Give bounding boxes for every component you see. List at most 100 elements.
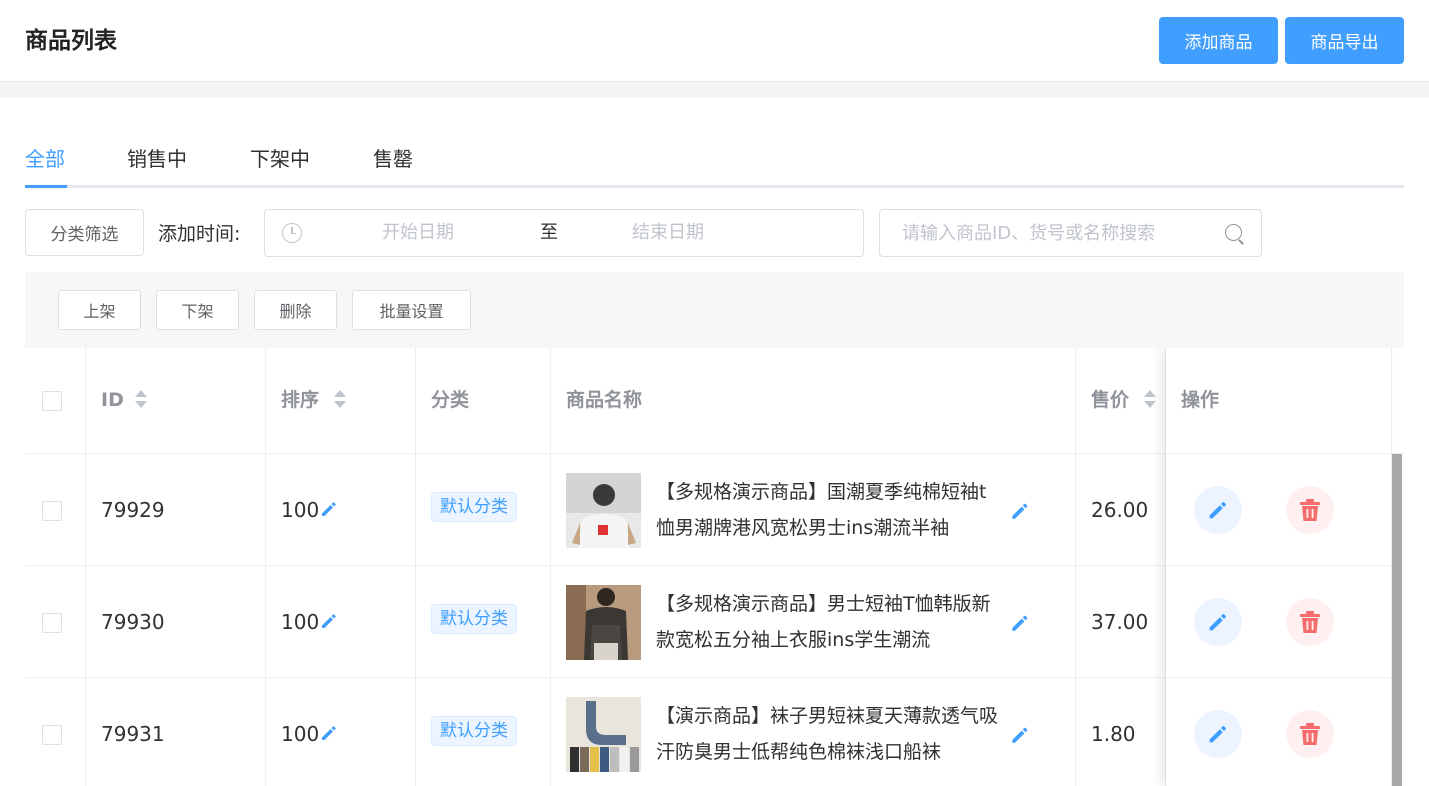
cell-select	[25, 566, 86, 678]
cell-id: 79929	[86, 454, 266, 566]
cell-actions	[1166, 678, 1392, 786]
edit-name-pencil-icon[interactable]	[1009, 500, 1031, 522]
trash-icon	[1300, 499, 1320, 521]
product-name: 【多规格演示商品】男士短袖T恤韩版新款宽松五分袖上衣服ins学生潮流	[656, 593, 991, 651]
add-product-button[interactable]: 添加商品	[1159, 17, 1278, 64]
edit-button[interactable]	[1194, 710, 1242, 758]
product-thumbnail	[566, 473, 641, 548]
page-header: 商品列表 添加商品 商品导出	[0, 0, 1429, 82]
product-price: 37.00	[1091, 610, 1149, 634]
start-date-input[interactable]: 开始日期	[382, 221, 454, 245]
batch-action-bar: 上架 下架 删除 批量设置	[25, 272, 1404, 348]
pencil-icon[interactable]	[319, 499, 339, 519]
edit-name-pencil-icon[interactable]	[1009, 724, 1031, 746]
cell-id: 79930	[86, 566, 266, 678]
date-range-picker[interactable]: 开始日期 至 结束日期	[264, 209, 864, 257]
active-tab-indicator	[25, 185, 67, 188]
search-icon[interactable]	[1225, 224, 1242, 241]
edit-button[interactable]	[1194, 486, 1242, 534]
trash-icon	[1300, 611, 1320, 633]
product-name: 【多规格演示商品】国潮夏季纯棉短袖t恤男潮牌港风宽松男士ins潮流半袖	[656, 481, 987, 539]
sort-value[interactable]: 100	[281, 721, 339, 747]
category-tag: 默认分类	[431, 604, 517, 634]
cell-id: 79931	[86, 678, 266, 786]
sort-number: 100	[281, 722, 320, 746]
th-price[interactable]: 售价	[1076, 348, 1166, 454]
th-category-label: 分类	[431, 389, 470, 411]
edit-button[interactable]	[1194, 598, 1242, 646]
cell-sort: 100	[266, 678, 416, 786]
tab-on-sale[interactable]: 销售中	[127, 146, 187, 172]
category-tag: 默认分类	[431, 492, 517, 522]
category-tag: 默认分类	[431, 716, 517, 746]
delete-row-button[interactable]	[1286, 486, 1334, 534]
clock-icon	[282, 223, 302, 243]
th-sort[interactable]: 排序	[266, 348, 416, 454]
pencil-icon[interactable]	[319, 723, 339, 743]
header-divider	[0, 82, 1429, 98]
product-id: 79931	[101, 722, 165, 746]
product-table: ID 排序 分类 商品名称 售价 79929 100 默认分类 【多规格演示商品…	[25, 348, 1404, 786]
product-price: 1.80	[1091, 722, 1136, 746]
sort-caret-icon[interactable]	[334, 390, 346, 410]
cell-select	[25, 678, 86, 786]
sort-caret-icon[interactable]	[135, 390, 147, 410]
th-id-label: ID	[101, 389, 124, 411]
select-all-checkbox[interactable]	[42, 391, 62, 411]
product-id: 79929	[101, 498, 165, 522]
pencil-icon	[1209, 501, 1227, 519]
pencil-icon[interactable]	[319, 611, 339, 631]
delete-row-button[interactable]	[1286, 710, 1334, 758]
delete-button[interactable]: 删除	[254, 290, 337, 330]
vertical-scrollbar[interactable]	[1392, 454, 1402, 786]
th-category: 分类	[416, 348, 551, 454]
cell-name: 【演示商品】袜子男短袜夏天薄款透气吸汗防臭男士低帮纯色棉袜浅口船袜	[551, 678, 1076, 786]
row-checkbox[interactable]	[42, 501, 62, 521]
on-shelf-button[interactable]: 上架	[58, 290, 141, 330]
product-id: 79930	[101, 610, 165, 634]
sort-value[interactable]: 100	[281, 497, 339, 523]
th-select	[25, 348, 86, 454]
th-name-label: 商品名称	[566, 389, 643, 411]
end-date-input[interactable]: 结束日期	[632, 221, 704, 245]
delete-row-button[interactable]	[1286, 598, 1334, 646]
add-time-label: 添加时间:	[158, 223, 241, 245]
sort-value[interactable]: 100	[281, 609, 339, 635]
trash-icon	[1300, 723, 1320, 745]
tab-sold-out[interactable]: 售罄	[373, 146, 413, 172]
tab-all[interactable]: 全部	[25, 146, 65, 172]
export-products-button[interactable]: 商品导出	[1285, 17, 1404, 64]
product-thumbnail	[566, 697, 641, 772]
cell-category: 默认分类	[416, 454, 551, 566]
th-id[interactable]: ID	[86, 348, 266, 454]
edit-name-pencil-icon[interactable]	[1009, 612, 1031, 634]
off-shelf-button[interactable]: 下架	[156, 290, 239, 330]
cell-price: 26.00	[1076, 454, 1166, 566]
cell-category: 默认分类	[416, 566, 551, 678]
search-box	[879, 209, 1262, 257]
row-checkbox[interactable]	[42, 725, 62, 745]
product-price: 26.00	[1091, 498, 1149, 522]
cell-price: 37.00	[1076, 566, 1166, 678]
status-tabs: 全部 销售中 下架中 售罄	[25, 136, 1404, 188]
fixed-actions-column: 操作	[1166, 348, 1392, 786]
page-title: 商品列表	[25, 28, 117, 54]
th-name: 商品名称	[551, 348, 1076, 454]
cell-sort: 100	[266, 454, 416, 566]
cell-category: 默认分类	[416, 678, 551, 786]
pencil-icon	[1209, 613, 1227, 631]
sort-number: 100	[281, 498, 320, 522]
category-filter-button[interactable]: 分类筛选	[25, 209, 144, 256]
batch-settings-button[interactable]: 批量设置	[352, 290, 471, 330]
date-range-separator: 至	[540, 222, 558, 243]
th-actions: 操作	[1166, 348, 1392, 454]
pencil-icon	[1209, 725, 1227, 743]
sort-caret-icon[interactable]	[1144, 390, 1156, 410]
search-input[interactable]	[902, 210, 1212, 256]
cell-actions	[1166, 454, 1392, 566]
th-sort-label: 排序	[281, 389, 320, 411]
th-price-label: 售价	[1091, 389, 1130, 411]
cell-name: 【多规格演示商品】国潮夏季纯棉短袖t恤男潮牌港风宽松男士ins潮流半袖	[551, 454, 1076, 566]
tab-off-shelf[interactable]: 下架中	[250, 146, 310, 172]
row-checkbox[interactable]	[42, 613, 62, 633]
